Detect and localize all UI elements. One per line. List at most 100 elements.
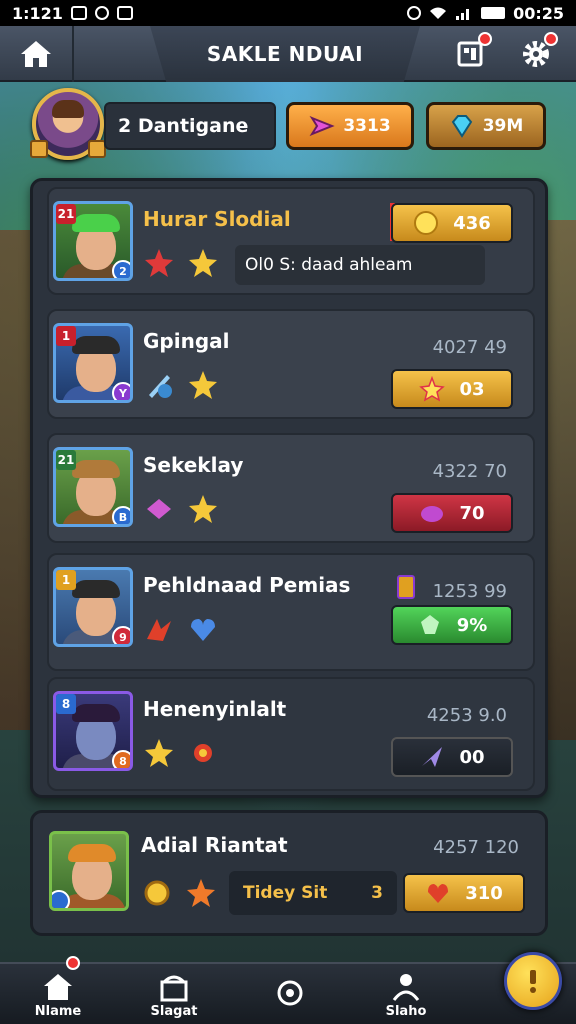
nav-shop[interactable]: Slagat bbox=[116, 964, 232, 1024]
signal-icon bbox=[456, 9, 470, 20]
hero-name: Pehldnaad Pemias bbox=[143, 573, 351, 597]
blue-heart-icon bbox=[191, 619, 215, 641]
hero-portrait: 21 2 bbox=[53, 201, 133, 281]
sync-icon bbox=[94, 6, 109, 20]
hero-portrait bbox=[49, 831, 129, 911]
media-icon bbox=[116, 6, 133, 20]
hero-action-button[interactable]: 310 bbox=[403, 873, 525, 913]
nav-home-label: Nlame bbox=[34, 1003, 82, 1019]
hero-name: Gpingal bbox=[143, 329, 230, 353]
wifi-icon bbox=[430, 7, 447, 19]
hero-action-value: 70 bbox=[459, 502, 485, 524]
skill-icons bbox=[143, 493, 219, 525]
rank-tag-icon bbox=[30, 140, 48, 158]
hero-score: 4253 9.0 bbox=[426, 705, 507, 726]
settings-button[interactable] bbox=[516, 32, 558, 74]
alarm-icon bbox=[407, 6, 422, 20]
top-nav: SAKLE NDUAI bbox=[0, 26, 576, 82]
level-badge: 21 bbox=[56, 450, 76, 470]
class-badge: 2 bbox=[112, 260, 130, 278]
skill-icons bbox=[141, 877, 217, 909]
class-badge: B bbox=[112, 506, 130, 524]
page-title: SAKLE NDUAI bbox=[150, 26, 420, 82]
arrow-crystal-icon bbox=[422, 747, 443, 767]
list-item[interactable]: 8 8 Henenyinlalt 4253 9.0 00 bbox=[47, 677, 535, 791]
hero-action-value: 436 bbox=[453, 212, 491, 234]
hero-score: 4257 120 bbox=[433, 837, 519, 858]
hero-action-button[interactable]: 00 bbox=[391, 737, 513, 777]
quest-button[interactable] bbox=[504, 952, 562, 1010]
hero-portrait: 21 B bbox=[53, 447, 133, 527]
player-avatar[interactable] bbox=[30, 88, 106, 160]
gold-star-icon bbox=[145, 739, 173, 767]
hero-action-value: 00 bbox=[459, 746, 485, 768]
status-time: 1:121 bbox=[12, 3, 63, 23]
hero-action-button[interactable]: 436 bbox=[391, 203, 513, 243]
hero-score: 4027 49 bbox=[432, 337, 507, 358]
chip-label: Tidey Sit bbox=[243, 883, 328, 903]
nav-social-label: Slaho bbox=[385, 1003, 427, 1019]
red-star-icon bbox=[145, 249, 173, 277]
hero-portrait: 1 9 bbox=[53, 567, 133, 647]
class-badge: Y bbox=[112, 382, 130, 400]
level-badge: 8 bbox=[56, 694, 76, 714]
featured-hero-card[interactable]: Adial Riantat 4257 120 Tidey Sit 3 310 bbox=[30, 810, 548, 936]
level-badge: 1 bbox=[56, 570, 76, 590]
bottom-nav: Nlame Slagat Slaho bbox=[0, 956, 576, 1024]
level-badge: 1 bbox=[56, 326, 76, 346]
list-item[interactable]: 1 9 Pehldnaad Pemias 1253 99 9% bbox=[47, 553, 535, 671]
hero-list-panel: 21 2 Hurar Slodial Ol0 S: daad ahleam 43… bbox=[30, 178, 548, 798]
gold-star-icon bbox=[189, 371, 217, 399]
skill-icons bbox=[143, 737, 219, 769]
person-icon bbox=[392, 973, 420, 1001]
home-icon bbox=[21, 41, 51, 67]
red-flower-icon bbox=[194, 744, 212, 762]
skill-icons bbox=[143, 247, 219, 279]
nav-map[interactable] bbox=[232, 964, 348, 1024]
diamond-icon bbox=[451, 115, 472, 138]
fire-star-icon bbox=[187, 879, 215, 907]
class-badge bbox=[52, 890, 70, 908]
chip-value: 3 bbox=[371, 883, 383, 903]
currency-gems-button[interactable]: 3313 bbox=[286, 102, 414, 150]
hero-action-value: 9% bbox=[456, 614, 488, 636]
hero-score: 1253 99 bbox=[432, 581, 507, 602]
home-icon bbox=[44, 973, 72, 1000]
location-icon bbox=[277, 980, 303, 1006]
hero-portrait: 8 8 bbox=[53, 691, 133, 771]
home-badge bbox=[66, 956, 80, 970]
hero-name: Adial Riantat bbox=[141, 833, 288, 857]
purple-crystal-icon bbox=[421, 506, 444, 522]
mail-badge bbox=[478, 32, 492, 46]
hero-action-value: 03 bbox=[459, 378, 485, 400]
hero-action-value: 310 bbox=[465, 882, 503, 904]
hero-action-button[interactable]: 70 bbox=[391, 493, 513, 533]
gold-star-icon bbox=[189, 495, 217, 523]
currency-diamond-button[interactable]: 39M bbox=[426, 102, 546, 150]
home-button[interactable] bbox=[0, 26, 74, 82]
list-item[interactable]: 21 B Sekeklay 4322 70 70 bbox=[47, 433, 535, 543]
shop-icon bbox=[160, 975, 188, 1001]
list-item[interactable]: 21 2 Hurar Slodial Ol0 S: daad ahleam 43… bbox=[47, 187, 535, 295]
pink-crystal-icon bbox=[309, 115, 336, 137]
hero-name: Hurar Slodial bbox=[143, 207, 291, 231]
hero-action-button[interactable]: 9% bbox=[391, 605, 513, 645]
gold-star-icon bbox=[189, 249, 217, 277]
hero-name: Henenyinlalt bbox=[143, 697, 287, 721]
skill-icons bbox=[143, 369, 219, 401]
hero-name: Sekeklay bbox=[143, 453, 244, 477]
mail-button[interactable] bbox=[450, 32, 492, 74]
class-badge: 9 bbox=[112, 626, 130, 644]
list-item[interactable]: 1 Y Gpingal 4027 49 03 bbox=[47, 309, 535, 419]
class-badge: 8 bbox=[112, 750, 130, 768]
player-name: 2 Dantigane bbox=[104, 102, 276, 150]
hero-status-tag: Ol0 S: daad ahleam bbox=[235, 245, 485, 285]
level-badge: 21 bbox=[56, 204, 76, 224]
green-gem-icon bbox=[420, 615, 439, 634]
nav-social[interactable]: Slaho bbox=[348, 964, 464, 1024]
nav-home[interactable]: Nlame bbox=[0, 956, 116, 1024]
hero-skill-chip[interactable]: Tidey Sit 3 bbox=[229, 871, 397, 915]
notification-icon bbox=[70, 6, 87, 20]
hero-action-button[interactable]: 03 bbox=[391, 369, 513, 409]
star-gem-icon bbox=[419, 376, 446, 402]
